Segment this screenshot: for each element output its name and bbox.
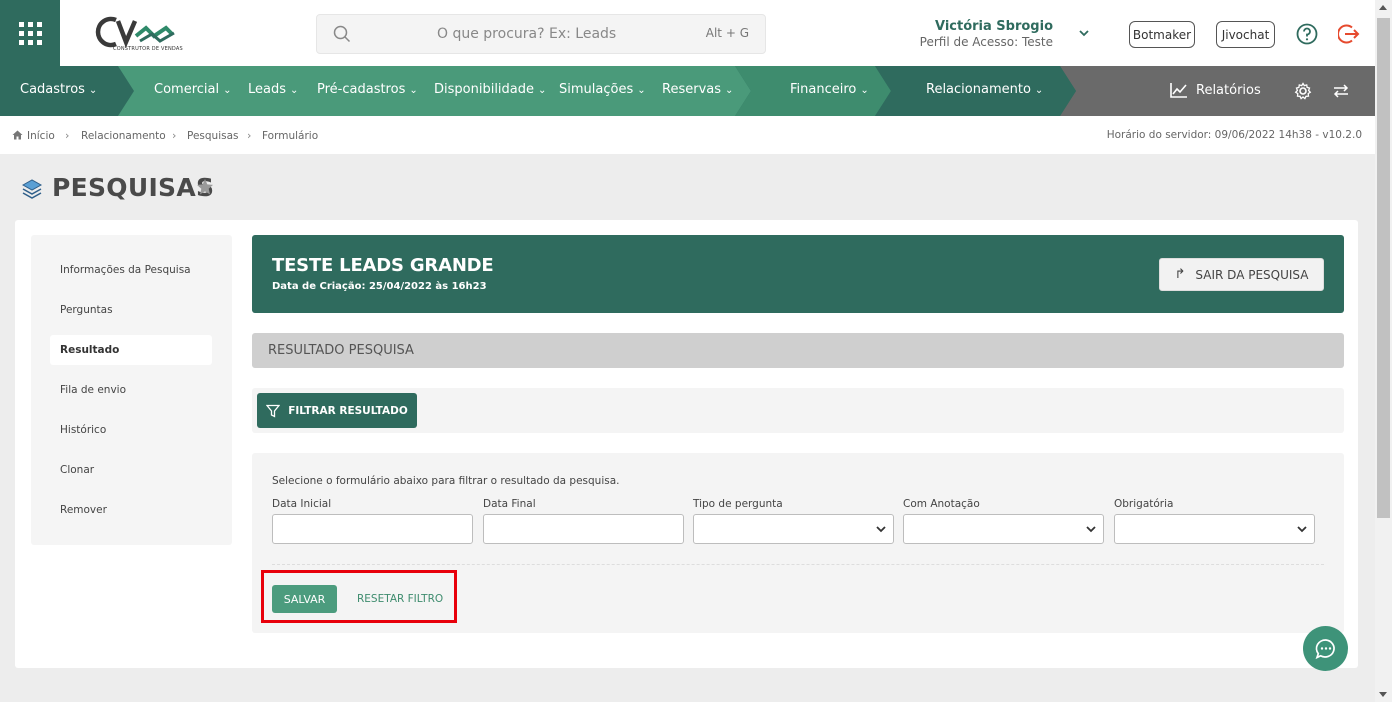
label-tipo-pergunta: Tipo de pergunta — [693, 498, 783, 510]
breadcrumb-item-relacionamento[interactable]: Relacionamento — [81, 130, 166, 142]
chevron-right-icon: › — [172, 129, 177, 142]
nav-reservas[interactable]: Reservas ⌄ — [662, 82, 733, 97]
search-shortcut-hint: Alt + G — [705, 26, 749, 40]
search-input[interactable] — [437, 23, 667, 45]
page-scrollbar[interactable] — [1375, 0, 1392, 702]
nav-disponibilidade[interactable]: Disponibilidade ⌄ — [434, 82, 546, 97]
nav-pre-cadastros[interactable]: Pré-cadastros ⌄ — [317, 82, 418, 97]
survey-creation-date: Data de Criação: 25/04/2022 às 16h23 — [272, 281, 487, 292]
top-header: CONSTRUTOR DE VENDAS Alt + G Victória Sb… — [0, 0, 1375, 66]
main-nav: Cadastros ⌄ Comercial ⌄ Leads ⌄ Pré-cadastr… — [0, 66, 1375, 116]
apps-menu-button[interactable] — [0, 0, 60, 66]
botmaker-button[interactable]: Botmaker — [1129, 21, 1195, 48]
scroll-down-icon[interactable] — [1379, 692, 1387, 697]
chat-button[interactable] — [1303, 626, 1348, 671]
chevron-down-icon — [876, 526, 886, 533]
save-button[interactable]: SALVAR — [272, 585, 337, 613]
swap-arrows-icon[interactable] — [1332, 83, 1350, 99]
gear-icon[interactable] — [1294, 82, 1312, 100]
chevron-down-icon: ⌄ — [1034, 85, 1044, 96]
com-anotacao-select[interactable] — [903, 514, 1104, 544]
jivochat-button[interactable]: Jivochat — [1216, 21, 1275, 48]
home-icon — [12, 130, 23, 140]
sidebar-item-resultado[interactable]: Resultado — [50, 335, 212, 365]
form-divider — [272, 564, 1324, 565]
chat-bubble-icon — [1315, 638, 1335, 659]
user-profile: Perfil de Acesso: Teste — [919, 35, 1053, 49]
data-final-input[interactable] — [483, 514, 684, 544]
data-inicial-input[interactable] — [272, 514, 473, 544]
logo-tagline: CONSTRUTOR DE VENDAS — [113, 46, 183, 52]
chevron-down-icon — [1297, 526, 1307, 533]
label-data-final: Data Final — [483, 498, 536, 510]
nav-cadastros[interactable]: Cadastros ⌄ — [20, 82, 97, 97]
filter-result-button[interactable]: FILTRAR RESULTADO — [257, 393, 417, 428]
scrollbar-thumb[interactable] — [1377, 18, 1390, 518]
label-data-inicial: Data Inicial — [272, 498, 332, 510]
sidebar-item-clonar[interactable]: Clonar — [50, 455, 212, 485]
nav-simulacoes[interactable]: Simulações ⌄ — [559, 82, 646, 97]
filter-bar: FILTRAR RESULTADO — [252, 388, 1344, 433]
share-arrow-icon: ↱ — [1174, 267, 1186, 282]
nav-relatorios[interactable]: Relatórios — [1170, 82, 1261, 98]
sidebar-item-fila-envio[interactable]: Fila de envio — [50, 375, 212, 405]
survey-stack-icon — [21, 179, 43, 199]
reset-filter-link[interactable]: RESETAR FILTRO — [357, 593, 443, 605]
result-section-header: RESULTADO PESQUISA — [252, 333, 1344, 368]
label-obrigatoria: Obrigatória — [1114, 498, 1174, 510]
page-title: PESQUISAS — [52, 173, 215, 202]
chevron-down-icon: ⌄ — [860, 85, 869, 96]
chart-line-icon — [1170, 83, 1187, 98]
star-icon[interactable] — [196, 178, 214, 196]
search-icon — [333, 25, 351, 43]
global-search[interactable]: Alt + G — [316, 14, 766, 54]
chevron-down-icon: ⌄ — [290, 85, 299, 96]
chevron-down-icon: ⌄ — [637, 85, 646, 96]
sidebar-item-remover[interactable]: Remover — [50, 495, 212, 525]
nav-relacionamento[interactable]: Relacionamento ⌄ — [926, 82, 1043, 97]
help-icon[interactable] — [1296, 23, 1318, 45]
chevron-down-icon: ⌄ — [409, 85, 418, 96]
chevron-down-icon: ⌄ — [538, 85, 547, 96]
breadcrumb-item-inicio[interactable]: Início — [27, 130, 55, 142]
obrigatoria-select[interactable] — [1114, 514, 1315, 544]
sidebar-item-perguntas[interactable]: Perguntas — [50, 295, 212, 325]
chevron-down-icon — [1086, 526, 1096, 533]
chevron-right-icon: › — [65, 129, 70, 142]
exit-survey-button[interactable]: ↱ SAIR DA PESQUISA — [1159, 258, 1324, 291]
logout-icon[interactable] — [1338, 23, 1360, 45]
chevron-down-icon: ⌄ — [725, 85, 734, 96]
chevron-down-icon: ⌄ — [88, 85, 98, 96]
funnel-icon — [266, 404, 281, 418]
chevron-down-icon[interactable] — [1078, 28, 1090, 38]
survey-header: TESTE LEADS GRANDE Data de Criação: 25/0… — [252, 235, 1344, 313]
breadcrumb-item-pesquisas[interactable]: Pesquisas — [187, 130, 239, 142]
breadcrumb: Início › Relacionamento › Pesquisas › Fo… — [0, 116, 1375, 154]
nav-leads[interactable]: Leads ⌄ — [248, 82, 298, 97]
label-com-anotacao: Com Anotação — [903, 498, 980, 510]
chevron-down-icon: ⌄ — [223, 85, 232, 96]
sidebar-item-historico[interactable]: Histórico — [50, 415, 212, 445]
scroll-up-icon[interactable] — [1379, 5, 1387, 10]
survey-sidebar: Informações da Pesquisa Perguntas Result… — [31, 235, 232, 545]
server-time: Horário do servidor: 09/06/2022 14h38 - … — [1106, 129, 1362, 141]
apps-grid-icon — [18, 21, 42, 45]
chevron-right-icon: › — [247, 129, 252, 142]
tipo-pergunta-select[interactable] — [693, 514, 894, 544]
user-name[interactable]: Victória Sbrogio — [935, 19, 1053, 34]
sidebar-item-informacoes[interactable]: Informações da Pesquisa — [50, 255, 212, 285]
result-heading: RESULTADO PESQUISA — [268, 343, 414, 358]
nav-financeiro[interactable]: Financeiro ⌄ — [790, 82, 869, 97]
nav-comercial[interactable]: Comercial ⌄ — [154, 82, 231, 97]
survey-title: TESTE LEADS GRANDE — [272, 255, 494, 276]
filter-hint: Selecione o formulário abaixo para filtr… — [272, 475, 620, 487]
breadcrumb-item-formulario: Formulário — [262, 130, 319, 142]
